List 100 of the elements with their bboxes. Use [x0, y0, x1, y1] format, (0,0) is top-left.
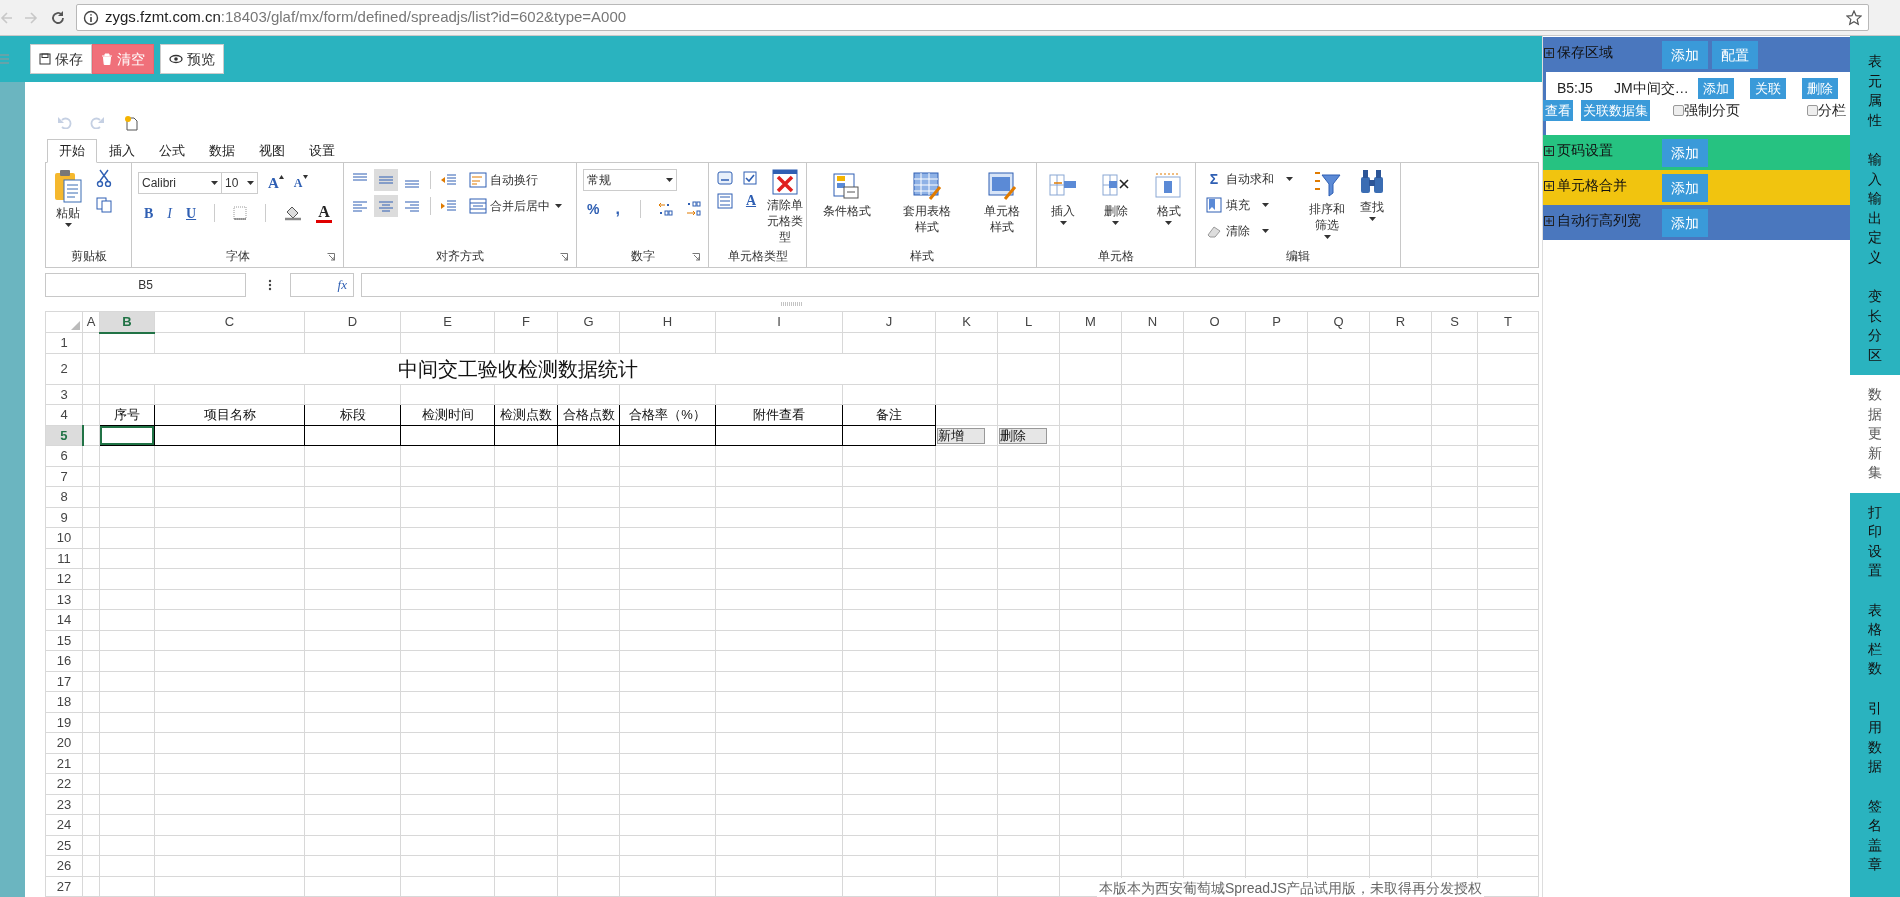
splitter-handle-icon[interactable] — [781, 302, 803, 306]
number-format-dropdown[interactable]: 常规 — [583, 169, 677, 191]
row-header[interactable]: 11 — [45, 548, 83, 569]
underline-button[interactable]: U — [186, 202, 197, 224]
text-type-button[interactable]: A — [743, 193, 759, 209]
row-header[interactable]: 27 — [45, 876, 83, 897]
table-style-button[interactable]: 套用表格样式 — [903, 171, 952, 235]
find-button[interactable]: 查找 — [1359, 167, 1385, 221]
indent-icon[interactable] — [441, 199, 457, 213]
address-bar[interactable]: zygs.fzmt.com.cn:18403/glaf/mx/form/defined/spreadjs/list?id=602&type=A000 — [76, 4, 1869, 31]
option-checkbox[interactable]: 强制分页 — [1673, 100, 1740, 121]
column-header[interactable]: H — [619, 311, 716, 333]
column-header[interactable]: M — [1059, 311, 1122, 333]
dialog-launcher-icon[interactable] — [692, 253, 700, 261]
row-header[interactable]: 16 — [45, 650, 83, 671]
wrap-text-button[interactable]: 自动换行 — [469, 171, 538, 189]
column-header[interactable]: N — [1121, 311, 1184, 333]
row-header[interactable]: 19 — [45, 712, 83, 733]
row-header[interactable]: 22 — [45, 773, 83, 794]
new-document-icon[interactable] — [124, 115, 138, 131]
fill-button[interactable]: 填充 — [1206, 195, 1293, 215]
column-header[interactable]: S — [1431, 311, 1478, 333]
outdent-icon[interactable] — [441, 173, 457, 187]
side-tab[interactable]: 打印设置 — [1850, 492, 1900, 591]
option-checkbox[interactable]: 分栏 — [1807, 100, 1846, 121]
ribbon-tab[interactable]: 视图 — [247, 139, 297, 163]
increase-decimal-icon[interactable] — [656, 201, 673, 217]
side-tab[interactable]: 数据更新集 — [1850, 375, 1900, 493]
column-header[interactable]: R — [1369, 311, 1432, 333]
row-header[interactable]: 18 — [45, 691, 83, 712]
column-header[interactable]: E — [400, 311, 495, 333]
select-all-corner-icon[interactable] — [71, 321, 80, 330]
conditional-format-button[interactable]: 条件格式 — [823, 171, 872, 219]
column-header[interactable]: G — [557, 311, 620, 333]
cell-style-button[interactable]: 单元格样式 — [983, 171, 1020, 235]
fill-color-icon[interactable] — [284, 205, 303, 221]
grow-font-button[interactable]: A — [268, 172, 279, 195]
delete-cells-button[interactable]: 删除 — [1101, 171, 1131, 225]
row-header[interactable]: 5 — [45, 425, 83, 446]
column-header[interactable]: I — [715, 311, 843, 333]
ribbon-tab[interactable]: 开始 — [47, 139, 97, 163]
column-header[interactable]: L — [997, 311, 1060, 333]
shrink-font-button[interactable]: A — [293, 174, 303, 193]
column-header[interactable]: J — [842, 311, 936, 333]
clear-cell-type-button[interactable]: 清除单元格类型 — [767, 169, 803, 245]
formula-input[interactable] — [361, 273, 1539, 297]
insert-cells-button[interactable]: 插入 — [1048, 171, 1079, 225]
side-tab[interactable]: 输入输出定义 — [1850, 140, 1900, 277]
ribbon-tab[interactable]: 设置 — [297, 139, 347, 163]
scissors-icon[interactable] — [96, 169, 112, 187]
more-options-icon[interactable] — [268, 279, 272, 291]
expand-plus-icon[interactable] — [1544, 180, 1554, 191]
add-row-button[interactable]: 新增 — [937, 427, 985, 444]
row-header[interactable]: 17 — [45, 671, 83, 692]
row-header[interactable]: 12 — [45, 568, 83, 589]
row-header[interactable]: 3 — [45, 384, 83, 405]
list-form-icon[interactable] — [717, 193, 733, 209]
comma-button[interactable]: , — [611, 197, 624, 221]
clear-button[interactable]: 清除 — [1206, 221, 1293, 241]
checkbox-icon[interactable] — [743, 171, 757, 185]
decrease-decimal-icon[interactable] — [684, 201, 701, 217]
delete-row-button[interactable]: 删除 — [999, 427, 1047, 444]
percent-button[interactable]: % — [587, 198, 600, 220]
row-header[interactable]: 24 — [45, 814, 83, 835]
name-box[interactable]: B5 — [45, 273, 246, 297]
row-header[interactable]: 13 — [45, 589, 83, 610]
side-tab[interactable]: 表元属性 — [1850, 42, 1900, 140]
format-cells-button[interactable]: 格式 — [1153, 171, 1184, 225]
align-center-button[interactable] — [374, 195, 398, 217]
row-header[interactable]: 7 — [45, 466, 83, 487]
column-header[interactable]: O — [1183, 311, 1246, 333]
font-name-dropdown[interactable]: Calibri — [138, 172, 222, 195]
merge-center-button[interactable]: 合并后居中 — [469, 197, 562, 215]
reload-icon[interactable] — [50, 9, 66, 26]
row-header[interactable]: 15 — [45, 630, 83, 651]
bold-button[interactable]: B — [144, 202, 154, 224]
sort-filter-button[interactable]: 排序和筛选 — [1309, 169, 1345, 239]
column-header[interactable]: D — [304, 311, 401, 333]
row-header[interactable]: 10 — [45, 527, 83, 548]
font-color-button[interactable]: A — [316, 203, 332, 223]
row-header[interactable]: 4 — [45, 404, 83, 425]
dialog-launcher-icon[interactable] — [327, 253, 335, 261]
row-header[interactable]: 20 — [45, 732, 83, 753]
side-tab[interactable]: 表格栏数 — [1850, 590, 1900, 689]
side-tab[interactable]: 引用数据 — [1850, 688, 1900, 787]
row-header[interactable]: 2 — [45, 353, 83, 384]
paste-button[interactable]: 粘贴 — [54, 169, 82, 227]
row-header[interactable]: 21 — [45, 753, 83, 774]
save-button[interactable]: 保存 — [30, 44, 92, 74]
ribbon-tab[interactable]: 数据 — [197, 139, 247, 163]
column-header[interactable]: Q — [1307, 311, 1370, 333]
row-header[interactable]: 6 — [45, 445, 83, 466]
border-icon[interactable] — [233, 206, 248, 220]
column-header[interactable]: C — [154, 311, 305, 333]
italic-button[interactable]: I — [167, 202, 172, 224]
ribbon-tab[interactable]: 插入 — [97, 139, 147, 163]
column-header[interactable]: B — [99, 311, 155, 333]
preview-button[interactable]: 预览 — [160, 44, 224, 74]
align-middle-button[interactable] — [374, 169, 398, 191]
row-header[interactable]: 26 — [45, 855, 83, 876]
